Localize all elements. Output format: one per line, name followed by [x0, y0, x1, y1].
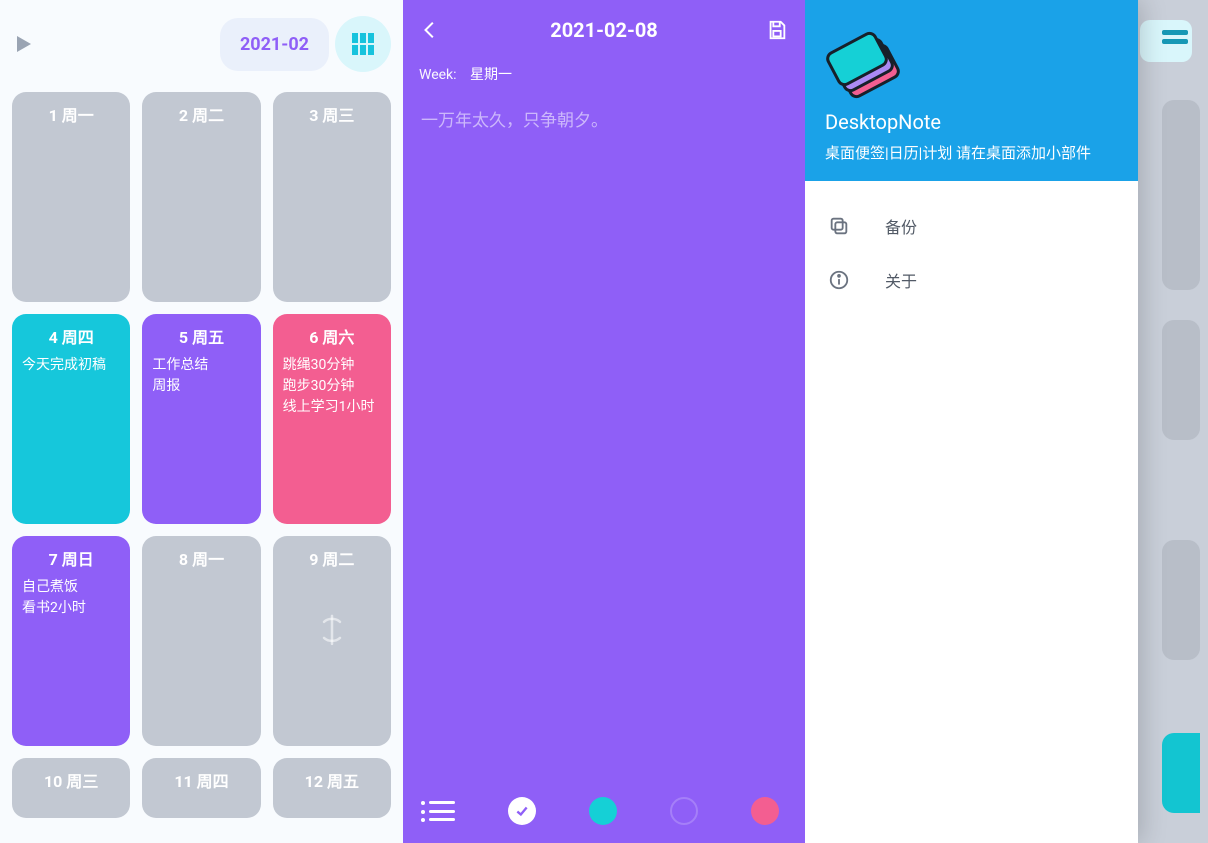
drawer-panel: DesktopNote 桌面便签|日历|计划 请在桌面添加小部件 备份关于 [805, 0, 1208, 843]
editor-bottom-bar [403, 779, 805, 843]
calendar-header: 2021-02 [12, 8, 391, 80]
day-card-header: 1 周一 [22, 104, 120, 127]
day-card-body: 自己煮饭看书2小时 [22, 577, 120, 619]
day-card-header: 3 周三 [283, 104, 381, 127]
day-card-header: 12 周五 [283, 770, 381, 793]
peek-card [1162, 733, 1200, 813]
day-card-header: 4 周四 [22, 326, 120, 349]
copy-icon [827, 214, 851, 238]
today-icon [312, 610, 352, 664]
drawer-item-1[interactable]: 关于 [805, 253, 1138, 307]
day-card-header: 7 周日 [22, 548, 120, 571]
play-icon[interactable] [12, 32, 36, 56]
week-label: Week: [419, 67, 457, 83]
calendar-cards-last-row: 10 周三 11 周四 12 周五 [12, 758, 391, 818]
day-card-header: 10 周三 [22, 770, 120, 793]
save-button[interactable] [763, 16, 791, 44]
day-card-1[interactable]: 1 周一 [12, 92, 130, 302]
calendar-panel: 2021-02 1 周一2 周二3 周三4 周四今天完成初稿5 周五工作总结周报… [0, 0, 403, 843]
drawer-menu: 备份关于 [805, 181, 1138, 325]
day-card-11[interactable]: 11 周四 [142, 758, 260, 818]
day-card-header: 11 周四 [152, 770, 250, 793]
nav-drawer: DesktopNote 桌面便签|日历|计划 请在桌面添加小部件 备份关于 [805, 0, 1138, 843]
drawer-header: DesktopNote 桌面便签|日历|计划 请在桌面添加小部件 [805, 0, 1138, 181]
editor-placeholder: 一万年太久，只争朝夕。 [421, 111, 608, 131]
calendar-cards-grid: 1 周一2 周二3 周三4 周四今天完成初稿5 周五工作总结周报6 周六跳绳30… [12, 92, 391, 746]
month-picker[interactable]: 2021-02 [220, 18, 329, 71]
note-editor[interactable]: 一万年太久，只争朝夕。 [403, 94, 805, 779]
hamburger-icon [1162, 30, 1188, 44]
day-card-4[interactable]: 4 周四今天完成初稿 [12, 314, 130, 524]
editor-title: 2021-02-08 [445, 18, 763, 42]
drawer-item-label: 备份 [885, 214, 917, 238]
editor-header: 2021-02-08 [403, 0, 805, 60]
week-value: 星期一 [470, 67, 512, 83]
day-card-header: 2 周二 [152, 104, 250, 127]
day-card-body: 跳绳30分钟跑步30分钟线上学习1小时 [283, 355, 381, 418]
color-pink-button[interactable] [751, 797, 779, 825]
back-button[interactable] [417, 16, 445, 44]
color-white-button[interactable] [508, 797, 536, 825]
day-card-header: 5 周五 [152, 326, 250, 349]
day-card-8[interactable]: 8 周一 [142, 536, 260, 746]
app-logo-icon [825, 36, 915, 96]
drawer-item-label: 关于 [885, 268, 917, 292]
day-card-9[interactable]: 9 周二 [273, 536, 391, 746]
day-card-6[interactable]: 6 周六跳绳30分钟跑步30分钟线上学习1小时 [273, 314, 391, 524]
color-outline-button[interactable] [670, 797, 698, 825]
day-card-header: 8 周一 [152, 548, 250, 571]
color-cyan-button[interactable] [589, 797, 617, 825]
day-card-header: 6 周六 [283, 326, 381, 349]
info-icon [827, 268, 851, 292]
list-icon[interactable] [429, 801, 455, 821]
day-card-header: 9 周二 [283, 548, 381, 571]
grid-icon [352, 33, 374, 55]
app-subtitle: 桌面便签|日历|计划 请在桌面添加小部件 [825, 142, 1118, 163]
editor-panel: 2021-02-08 Week: 星期一 一万年太久，只争朝夕。 [403, 0, 805, 843]
editor-week-row: Week: 星期一 [403, 60, 805, 94]
view-grid-button[interactable] [335, 16, 391, 72]
drawer-item-0[interactable]: 备份 [805, 199, 1138, 253]
day-card-10[interactable]: 10 周三 [12, 758, 130, 818]
day-card-body: 工作总结周报 [152, 355, 250, 397]
day-card-2[interactable]: 2 周二 [142, 92, 260, 302]
day-card-7[interactable]: 7 周日自己煮饭看书2小时 [12, 536, 130, 746]
app-name: DesktopNote [825, 110, 1118, 134]
day-card-3[interactable]: 3 周三 [273, 92, 391, 302]
day-card-body: 今天完成初稿 [22, 355, 120, 376]
day-card-5[interactable]: 5 周五工作总结周报 [142, 314, 260, 524]
day-card-12[interactable]: 12 周五 [273, 758, 391, 818]
